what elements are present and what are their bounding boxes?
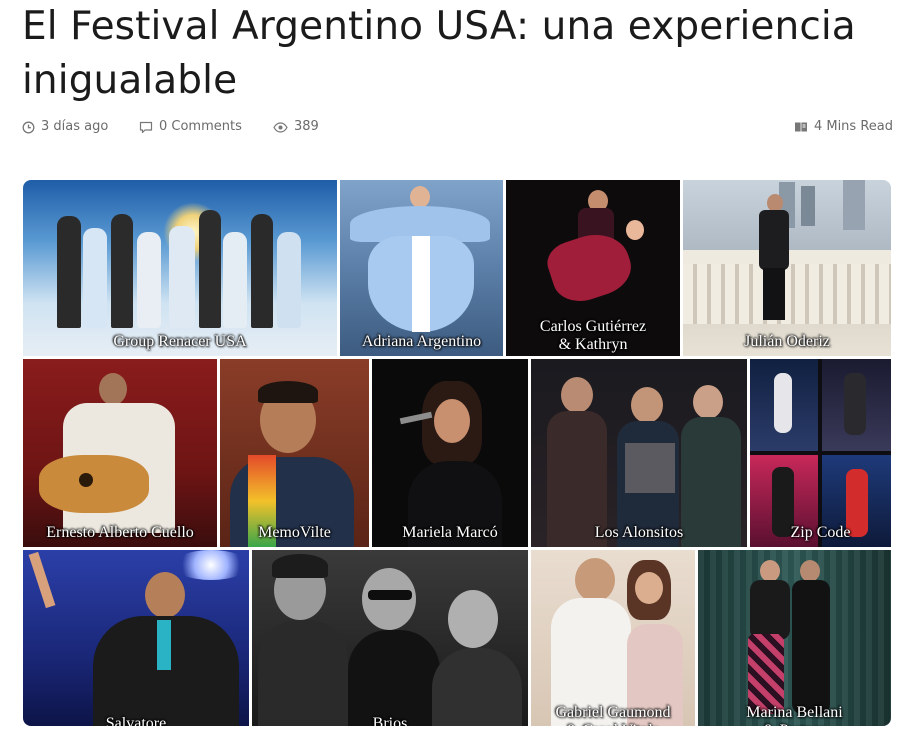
- post-date[interactable]: 3 días ago: [22, 117, 108, 137]
- caption-carlos-gutierrez: Carlos Gutiérrez & Kathryn: [539, 318, 647, 353]
- article-meta: 3 días ago 0 Comments 389 4 Mins Read: [22, 117, 893, 137]
- book-icon: [794, 121, 808, 133]
- clock-icon: [22, 121, 35, 134]
- comment-icon: [139, 121, 153, 134]
- caption-group-renacer: Group Renacer USA: [113, 333, 247, 350]
- caption-mariela-marco: Mariela Marcó: [402, 524, 498, 541]
- photo-los-alonsitos: Los Alonsitos: [531, 359, 747, 547]
- photo-brios: Brios: [252, 550, 528, 726]
- caption-salvatore: Salvatore: [105, 715, 167, 727]
- featured-image-collage[interactable]: Group Renacer USA Adriana Argentino Carl…: [23, 180, 891, 726]
- read-time-item: 4 Mins Read: [794, 117, 893, 137]
- caption-memo-vilte: MemoVilte: [258, 524, 331, 541]
- read-time: 4 Mins Read: [813, 119, 893, 134]
- caption-marina-bellani: Marina Bellani & Partner: [746, 704, 843, 726]
- photo-gabriel-gaumond: Gabriel Gaumond & Carol Vitale: [531, 550, 695, 726]
- photo-ernesto-cuello: Ernesto Alberto Cuello: [23, 359, 217, 547]
- caption-gabriel-gaumond: Gabriel Gaumond & Carol Vitale: [555, 704, 671, 726]
- eye-icon: [273, 121, 288, 133]
- comments-count: 0 Comments: [159, 119, 242, 134]
- caption-ernesto-cuello: Ernesto Alberto Cuello: [46, 524, 194, 541]
- post-date-text: 3 días ago: [41, 119, 109, 134]
- views-count-item: 389: [273, 117, 319, 137]
- caption-adriana-argentino: Adriana Argentino: [361, 333, 482, 350]
- article-title: El Festival Argentino USA: una experienc…: [22, 4, 856, 103]
- caption-julian-oderiz: Julián Oderiz: [744, 333, 830, 350]
- caption-zip-code: Zip Code: [790, 524, 851, 541]
- photo-julian-oderiz: Julián Oderiz: [683, 180, 891, 356]
- photo-adriana-argentino: Adriana Argentino: [340, 180, 503, 356]
- photo-mariela-marco: Mariela Marcó: [372, 359, 528, 547]
- photo-group-renacer: Group Renacer USA: [23, 180, 337, 356]
- caption-brios: Brios: [372, 715, 408, 727]
- photo-salvatore: Salvatore: [23, 550, 249, 726]
- comments-link[interactable]: 0 Comments: [139, 117, 242, 137]
- photo-marina-bellani: Marina Bellani & Partner: [698, 550, 891, 726]
- photo-carlos-gutierrez: Carlos Gutiérrez & Kathryn: [506, 180, 680, 356]
- photo-zip-code: Zip Code: [750, 359, 891, 547]
- caption-los-alonsitos: Los Alonsitos: [594, 524, 684, 541]
- views-count: 389: [294, 119, 319, 134]
- photo-memo-vilte: MemoVilte: [220, 359, 369, 547]
